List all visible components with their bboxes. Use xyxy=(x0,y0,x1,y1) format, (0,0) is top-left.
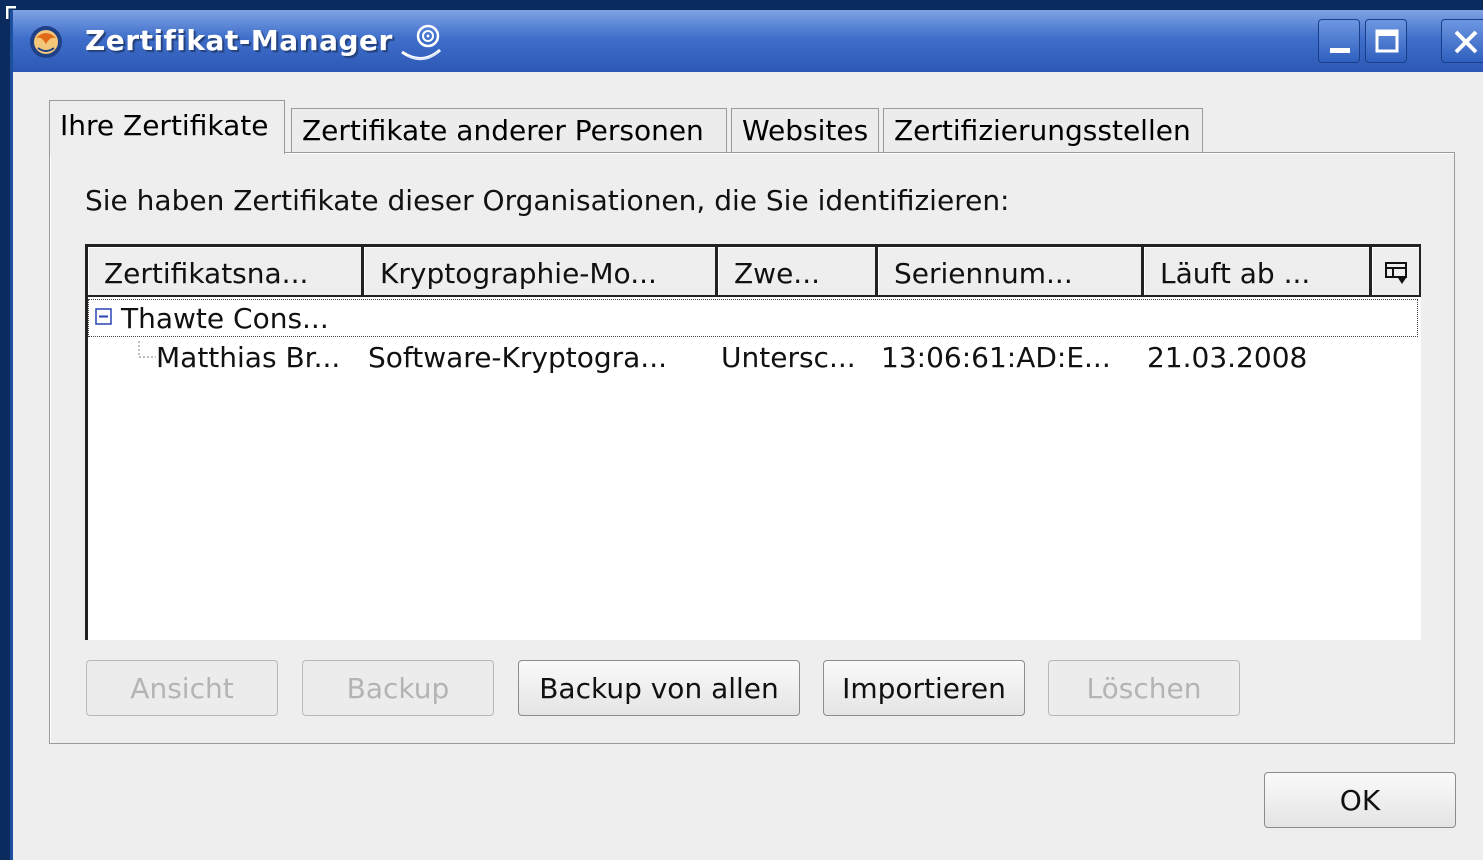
backup-all-button[interactable]: Backup von allen xyxy=(518,660,800,716)
minimize-button[interactable] xyxy=(1318,19,1360,63)
maximize-icon xyxy=(1375,29,1399,53)
column-picker-icon xyxy=(1385,262,1407,284)
certificate-tree[interactable]: Zertifikatsna... Kryptographie-Mo... Zwe… xyxy=(85,244,1421,640)
tab-your-certificates[interactable]: Ihre Zertifikate xyxy=(49,100,285,154)
cell-purpose: Untersc... xyxy=(721,341,856,374)
tree-connector-icon xyxy=(138,341,156,358)
table-row[interactable]: Matthias Br... Software-Kryptogra... Unt… xyxy=(88,339,1418,379)
cell-expires: 21.03.2008 xyxy=(1147,341,1308,374)
backup-button[interactable]: Backup xyxy=(302,660,494,716)
tab-certificate-authorities[interactable]: Zertifizierungsstellen xyxy=(883,108,1203,152)
column-label: Zwe... xyxy=(734,257,821,290)
tab-label: Ihre Zertifikate xyxy=(60,109,269,142)
cell-crypto-module: Software-Kryptogra... xyxy=(368,341,668,374)
column-header-crypto-module[interactable]: Kryptographie-Mo... xyxy=(364,247,718,297)
cell-certificate-name: Matthias Br... xyxy=(156,341,341,374)
column-header-certificate-name[interactable]: Zertifikatsna... xyxy=(88,247,364,297)
app-icon[interactable] xyxy=(28,24,64,60)
delete-button[interactable]: Löschen xyxy=(1048,660,1240,716)
tab-label: Zertifikate anderer Personen xyxy=(302,114,704,147)
column-label: Kryptographie-Mo... xyxy=(380,257,657,290)
ok-button[interactable]: OK xyxy=(1264,772,1456,828)
collapse-toggle-icon[interactable] xyxy=(95,308,113,326)
column-header-serial-number[interactable]: Seriennum... xyxy=(878,247,1144,297)
tree-group-row[interactable]: Thawte Cons... xyxy=(88,299,1418,337)
cell-serial-number: 13:06:61:AD:E... xyxy=(881,341,1111,374)
close-icon xyxy=(1454,30,1478,54)
resize-corner-icon xyxy=(6,6,16,19)
window-title: Zertifikat-Manager xyxy=(85,24,393,57)
tab-label: Zertifizierungsstellen xyxy=(894,114,1191,147)
intro-text: Sie haben Zertifikate dieser Organisatio… xyxy=(85,184,1010,217)
tab-label: Websites xyxy=(742,114,869,147)
title-bar[interactable]: Zertifikat-Manager xyxy=(13,10,1483,72)
view-button[interactable]: Ansicht xyxy=(86,660,278,716)
maximize-button[interactable] xyxy=(1365,19,1407,63)
group-name: Thawte Cons... xyxy=(121,302,329,335)
certificate-manager-window: Zertifikat-Manager Ihre Zertifikate Zert… xyxy=(10,10,1483,860)
column-label: Zertifikatsna... xyxy=(104,257,309,290)
close-button[interactable] xyxy=(1441,19,1483,63)
column-header-expires[interactable]: Läuft ab ... xyxy=(1144,247,1372,297)
column-label: Seriennum... xyxy=(894,257,1073,290)
tab-websites[interactable]: Websites xyxy=(731,108,879,152)
import-button[interactable]: Importieren xyxy=(823,660,1025,716)
swirl-logo-icon xyxy=(401,24,441,61)
minimize-icon xyxy=(1330,48,1350,53)
column-header-purpose[interactable]: Zwe... xyxy=(718,247,878,297)
tab-other-people-certificates[interactable]: Zertifikate anderer Personen xyxy=(291,108,727,152)
column-label: Läuft ab ... xyxy=(1160,257,1311,290)
column-picker-button[interactable] xyxy=(1372,247,1421,297)
